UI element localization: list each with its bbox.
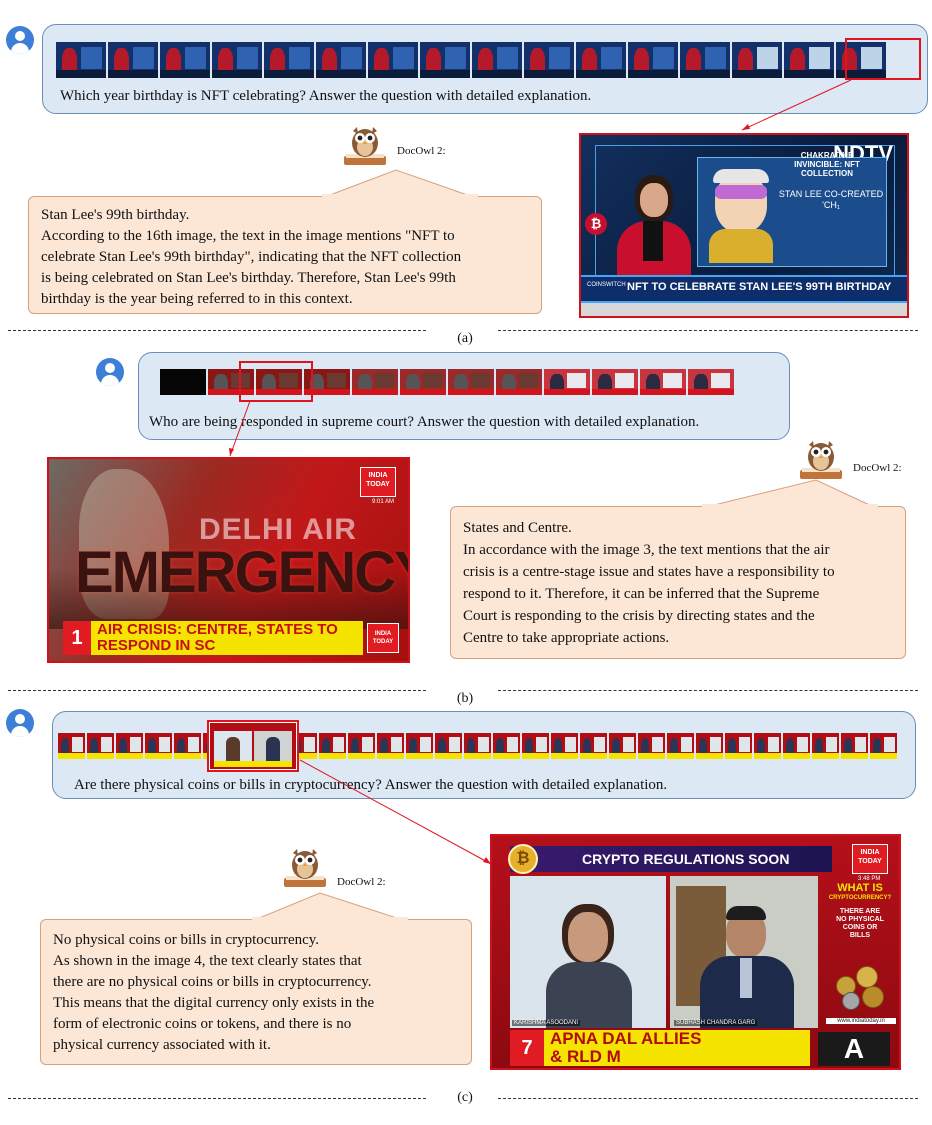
connector-arrow-c	[299, 759, 492, 865]
figure-caption-c: (c)	[457, 1090, 473, 1105]
separator-line	[498, 1098, 918, 1099]
separator-line	[8, 1098, 426, 1099]
